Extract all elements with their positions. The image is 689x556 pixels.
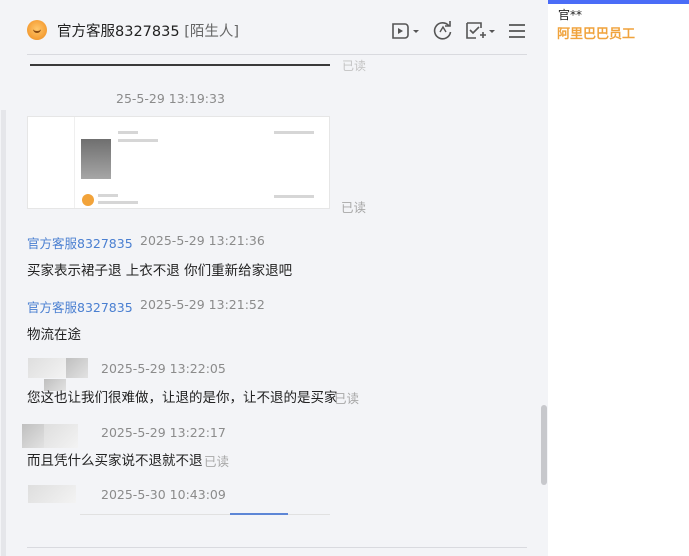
chat-title[interactable]: 官方客服8327835 [陌生人]: [57, 20, 239, 41]
message-text: 买家表示裙子退 上衣不退 你们重新给家退吧: [27, 263, 293, 279]
redacted-sender: [22, 424, 44, 448]
chat-window: 官方客服8327835 [陌生人] 已读 25-5-29 13:19:33 已读…: [0, 0, 548, 556]
contact-info-panel: 官** 阿里巴巴员工: [548, 0, 689, 556]
image-thumbnail: [81, 139, 111, 179]
message-text: 而且凭什么买家说不退就不退: [27, 453, 203, 469]
redacted-sender: [66, 358, 88, 378]
message-list-scrollbar[interactable]: [541, 405, 547, 485]
input-divider: [27, 547, 527, 548]
menu-icon[interactable]: [508, 20, 526, 42]
partial-message-edge: [80, 514, 330, 515]
contact-masked-name: 官**: [558, 8, 583, 22]
message-timestamp: 2025-5-29 13:21:52: [140, 297, 265, 312]
stranger-tag: [陌生人]: [184, 24, 240, 40]
redacted-sender: [28, 485, 76, 503]
message-text: 您这也让我们很难做，让退的是你，让不退的是买家: [27, 390, 338, 406]
image-line: [274, 195, 314, 198]
image-line: [98, 201, 138, 204]
contact-org-badge: 阿里巴巴员工: [557, 27, 636, 42]
message-timestamp: 25-5-29 13:19:33: [116, 91, 225, 106]
image-line: [98, 194, 118, 197]
clipped-read-status: 已读: [342, 59, 367, 73]
message-text: 物流在途: [27, 327, 81, 343]
redacted-sender: [28, 358, 66, 378]
add-task-icon[interactable]: [464, 20, 496, 42]
image-rule: [74, 117, 75, 208]
image-message[interactable]: [27, 116, 330, 209]
image-line: [274, 131, 314, 134]
redacted-sender: [44, 424, 78, 448]
read-status: 已读: [204, 454, 230, 469]
contact-name: 官方客服8327835: [57, 24, 180, 40]
message-list[interactable]: 已读 25-5-29 13:19:33 已读 官方客服8327835 2025-…: [0, 55, 548, 536]
sender-name[interactable]: 官方客服8327835: [27, 297, 133, 316]
message-timestamp: 2025-5-29 13:22:17: [101, 425, 226, 440]
image-avatar: [82, 194, 94, 206]
image-line: [118, 131, 138, 134]
message-timestamp: 2025-5-29 13:21:36: [140, 233, 265, 248]
read-status: 已读: [341, 200, 367, 215]
message-timestamp: 2025-5-30 10:43:09: [101, 487, 226, 502]
message-timestamp: 2025-5-29 13:22:05: [101, 361, 226, 376]
clipped-message-line: [30, 64, 330, 66]
chat-header: 官方客服8327835 [陌生人]: [0, 0, 548, 62]
read-status: 已读: [334, 391, 360, 406]
partial-message-accent: [230, 513, 288, 515]
panel-top-bar: [548, 0, 689, 4]
sender-name[interactable]: 官方客服8327835: [27, 233, 133, 252]
contact-avatar[interactable]: [27, 20, 47, 40]
refresh-icon[interactable]: [432, 20, 454, 42]
video-call-icon[interactable]: [390, 20, 420, 42]
image-line: [118, 139, 158, 142]
